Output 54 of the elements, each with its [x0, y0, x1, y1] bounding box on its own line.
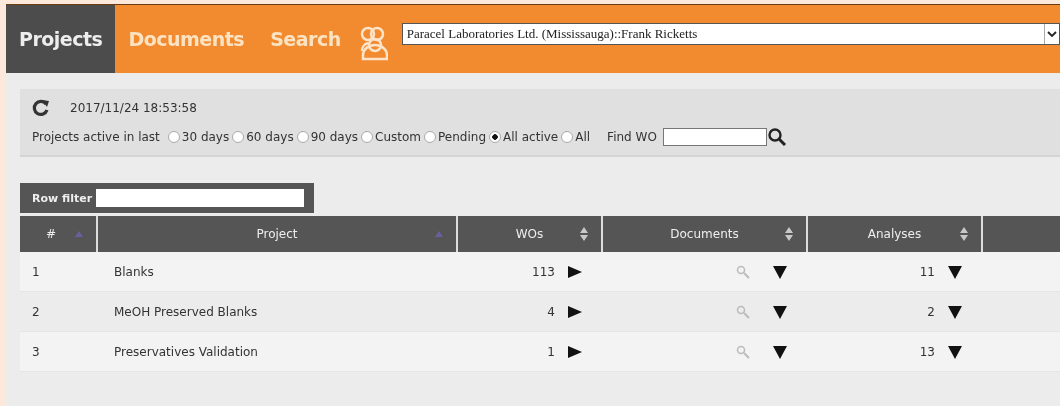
filter-label: Projects active in last	[32, 130, 160, 144]
radio-button[interactable]	[424, 131, 437, 143]
table-cell: 1	[547, 344, 555, 359]
table-cell-text: MeOH Preserved Blanks	[113, 303, 259, 321]
dropdown-arrow-icon[interactable]	[947, 264, 963, 279]
radio-label: Pending	[438, 130, 487, 144]
search-icon[interactable]	[766, 127, 787, 147]
magnifier-icon	[736, 304, 750, 319]
radio-label: Custom	[375, 130, 422, 144]
sort-icon	[959, 226, 969, 242]
radio-button[interactable]	[167, 131, 180, 143]
row-filter-field[interactable]	[96, 189, 304, 207]
radio-label: 60 days	[246, 130, 294, 144]
dropdown-arrow-icon[interactable]	[772, 344, 788, 359]
radio-label: 30 days	[181, 130, 230, 144]
radio-button[interactable]	[561, 131, 574, 143]
find-label: Find WO	[607, 130, 657, 144]
dropdown-arrow-icon[interactable]	[947, 344, 963, 359]
magnifier-icon	[736, 264, 750, 279]
table-cell: 113	[532, 264, 555, 279]
dropdown-arrow-icon[interactable]	[772, 304, 788, 319]
radio-label: 90 days	[310, 130, 359, 144]
radio-button[interactable]	[232, 131, 245, 143]
filter-label: Row filter	[32, 191, 93, 205]
sort-ascending-icon	[434, 230, 444, 238]
expand-arrow-icon[interactable]	[567, 264, 583, 279]
find-field[interactable]	[662, 128, 767, 146]
sort-ascending-icon	[74, 230, 84, 238]
account-dropdown[interactable]: Paracel Laboratories Ltd. (Mississauga)::Frank Ricketts	[401, 23, 1060, 45]
dropdown-arrow-icon[interactable]	[947, 304, 963, 319]
nav-tab[interactable]: Projects	[6, 5, 116, 73]
dropdown-arrow-icon[interactable]	[772, 264, 788, 279]
table-cell-text: Preservatives Validation	[113, 343, 259, 361]
table-cell: 13	[919, 344, 935, 359]
expand-arrow-icon[interactable]	[567, 344, 583, 359]
table-cell-text: 3	[31, 343, 41, 361]
refresh-icon[interactable]	[32, 99, 50, 117]
table-cell: 4	[547, 304, 555, 319]
sort-icon	[784, 226, 794, 242]
sort-icon	[579, 226, 589, 242]
magnifier-icon	[736, 344, 750, 359]
table-cell-text: 1	[31, 263, 41, 281]
radio-button[interactable]	[489, 131, 502, 143]
radio-label: All	[575, 130, 591, 144]
radio-button[interactable]	[361, 131, 374, 143]
table-cell: 2	[927, 304, 935, 319]
table-cell-text: 2	[31, 303, 41, 321]
table-cell: 11	[919, 264, 935, 279]
radio-label: All active	[503, 130, 559, 144]
table-cell-text: Blanks	[113, 263, 155, 281]
caret-icon	[1047, 30, 1057, 38]
radio-button[interactable]	[296, 131, 309, 143]
timestamp: 2017/11/24 18:53:58	[70, 101, 197, 115]
expand-arrow-icon[interactable]	[567, 304, 583, 319]
